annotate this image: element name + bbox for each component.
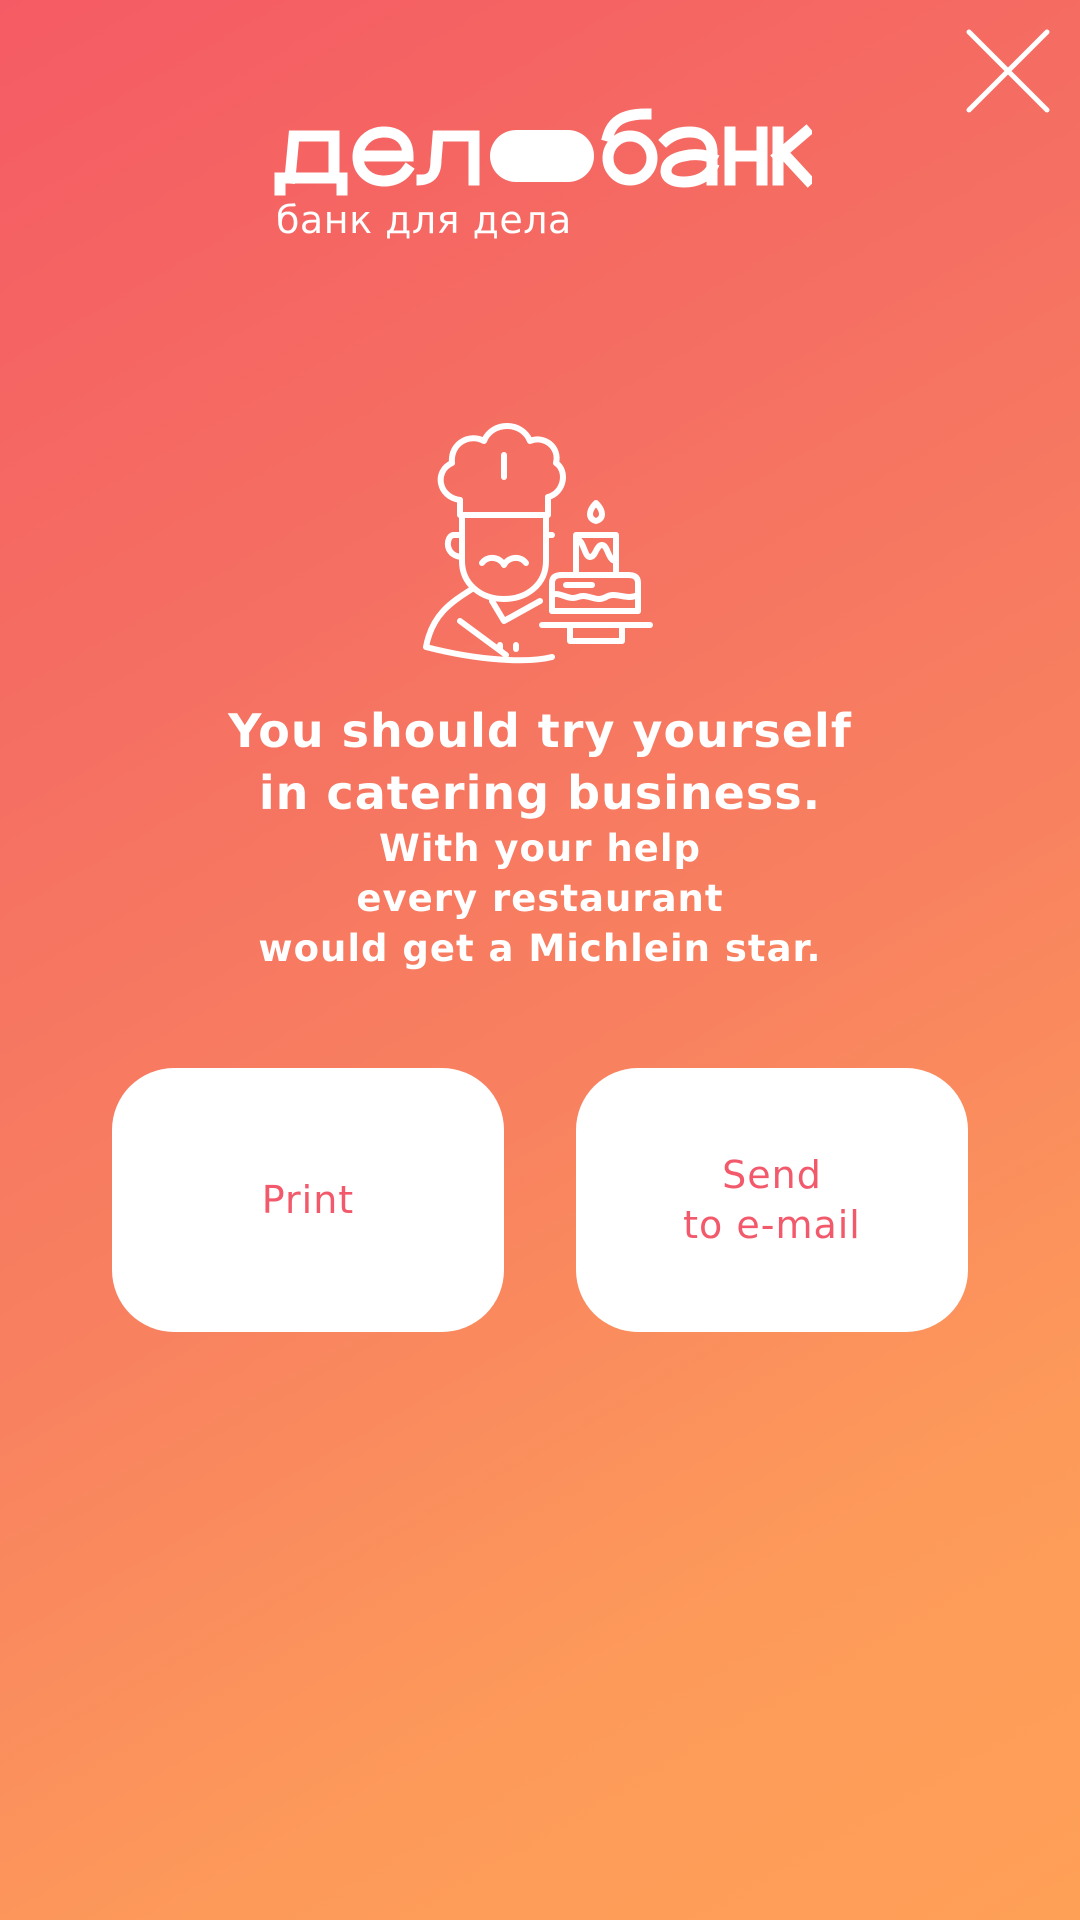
subline-line-1: With your help (378, 827, 701, 870)
print-button-label: Print (261, 1178, 355, 1222)
email-button-label-line-2: to e-mail (683, 1203, 861, 1247)
send-to-email-button[interactable]: Send to e-mail (576, 1068, 968, 1332)
chef-with-cake-icon (423, 423, 653, 664)
result-headline: You should try yourself in catering busi… (0, 700, 1080, 824)
headline-line-2: in catering business. (258, 766, 822, 820)
subline-line-2: every restaurant (356, 877, 724, 920)
headline-line-1: You should try yourself (228, 704, 852, 758)
close-icon (966, 29, 1050, 113)
close-button[interactable] (965, 28, 1051, 114)
result-subline: With your help every restaurant would ge… (0, 824, 1080, 974)
delobank-wordmark (274, 108, 812, 196)
subline-line-3: would get a Michlein star. (258, 927, 822, 970)
email-button-label-line-1: Send (722, 1153, 822, 1197)
print-button[interactable]: Print (112, 1068, 504, 1332)
logo-tagline: банк для дела (276, 198, 572, 242)
